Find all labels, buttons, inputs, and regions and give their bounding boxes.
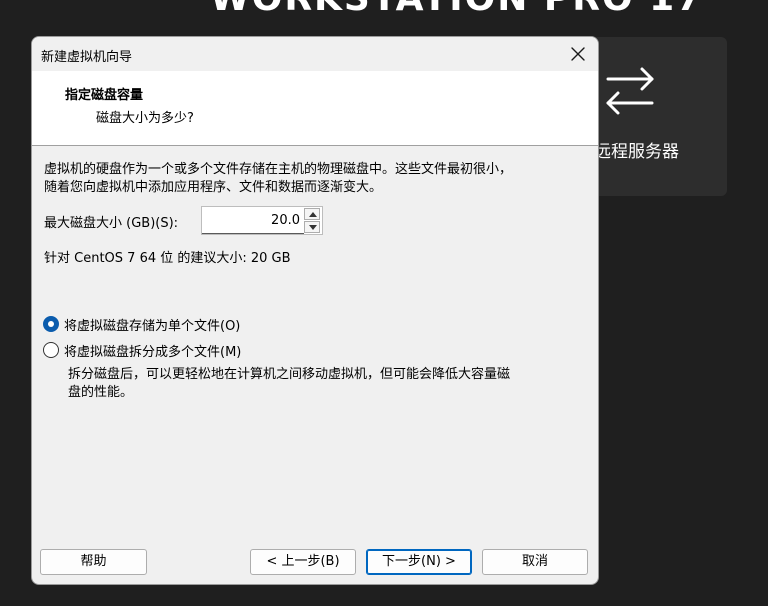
radio-label[interactable]: 将虚拟磁盘存储为单个文件(O) bbox=[64, 315, 240, 334]
radio-label[interactable]: 将虚拟磁盘拆分成多个文件(M) bbox=[64, 341, 241, 360]
step-title: 指定磁盘容量 bbox=[65, 88, 144, 103]
step-subtitle: 磁盘大小为多少? bbox=[96, 111, 194, 126]
note-line: 拆分磁盘后，可以更轻松地在计算机之间移动虚拟机，但可能会降低大容量磁 bbox=[68, 367, 511, 382]
close-button[interactable] bbox=[564, 41, 592, 67]
help-button[interactable]: 帮助 bbox=[40, 549, 147, 575]
decrement-button[interactable] bbox=[304, 221, 320, 233]
note-line: 盘的性能。 bbox=[68, 385, 134, 400]
chevron-down-icon bbox=[309, 225, 317, 230]
max-disk-size-label: 最大磁盘大小 (GB)(S): bbox=[44, 216, 179, 231]
wizard-header: 指定磁盘容量 磁盘大小为多少? bbox=[32, 71, 598, 146]
chevron-up-icon bbox=[309, 212, 317, 217]
dialog-titlebar[interactable]: 新建虚拟机向导 bbox=[32, 37, 598, 71]
next-button[interactable]: 下一步(N) > bbox=[366, 549, 472, 575]
close-icon bbox=[571, 47, 585, 61]
max-disk-size-spinner bbox=[201, 206, 323, 235]
app-title: WORKSTATION PRO 17 bbox=[210, 0, 703, 19]
max-disk-size-input[interactable] bbox=[202, 207, 304, 234]
cancel-button[interactable]: 取消 bbox=[482, 549, 588, 575]
disk-description: 虚拟机的硬盘作为一个或多个文件存储在主机的物理磁盘中。这些文件最初很小， 随着您… bbox=[44, 161, 590, 197]
new-vm-wizard-dialog: 新建虚拟机向导 指定磁盘容量 磁盘大小为多少? 虚拟机的硬盘作为一个或多个文件存… bbox=[31, 36, 599, 585]
radio-button-checked[interactable] bbox=[43, 316, 59, 332]
split-note: 拆分磁盘后，可以更轻松地在计算机之间移动虚拟机，但可能会降低大容量磁 盘的性能。 bbox=[68, 366, 588, 402]
increment-button[interactable] bbox=[304, 208, 320, 220]
back-button[interactable]: < 上一步(B) bbox=[250, 549, 356, 575]
recommended-size-text: 针对 CentOS 7 64 位 的建议大小: 20 GB bbox=[44, 251, 291, 266]
description-line: 随着您向虚拟机中添加应用程序、文件和数据而逐渐变大。 bbox=[44, 180, 383, 195]
radio-button[interactable] bbox=[43, 342, 59, 358]
dialog-title: 新建虚拟机向导 bbox=[41, 50, 133, 65]
description-line: 虚拟机的硬盘作为一个或多个文件存储在主机的物理磁盘中。这些文件最初很小， bbox=[44, 162, 513, 177]
card-label: 远程服务器 bbox=[594, 142, 679, 162]
transfer-arrows-icon bbox=[604, 65, 656, 117]
